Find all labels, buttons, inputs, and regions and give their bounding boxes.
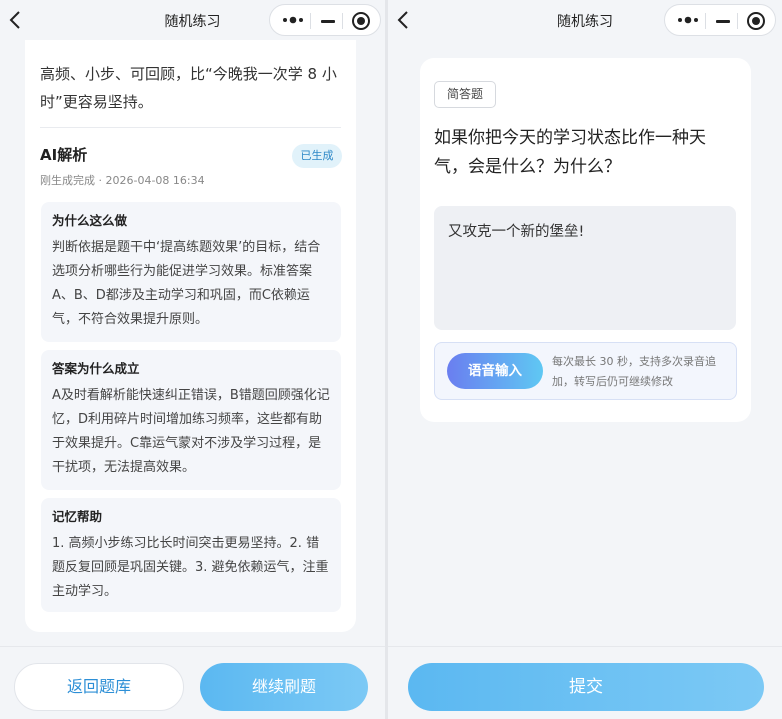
continue-practice-button[interactable]: 继续刷题 — [200, 663, 368, 711]
voice-input-button[interactable]: 语音输入 — [447, 353, 543, 389]
analysis-section-memory: 记忆帮助 1. 高频小步练习比长时间突击更易坚持。2. 错题反复回顾是巩固关键。… — [41, 498, 341, 612]
analysis-section-why: 为什么这么做 判断依据是题干中‘提高练题效果’的目标，结合选项分析哪些行为能促进… — [41, 202, 341, 342]
more-dots-icon[interactable] — [282, 14, 304, 26]
section-body: 1. 高频小步练习比长时间突击更易坚持。2. 错题反复回顾是巩固关键。3. 避免… — [52, 536, 329, 599]
navbar: 随机练习 — [0, 0, 385, 42]
answer-textarea[interactable]: 又攻克一个新的堡垒! — [434, 206, 736, 330]
record-close-icon[interactable] — [352, 12, 370, 30]
ai-analysis-title: AI解析 — [40, 146, 88, 164]
voice-input-panel: 语音输入 每次最长 30 秒，支持多次录音追加，转写后仍可继续修改 — [434, 342, 737, 400]
analysis-card: 高频、小步、可回顾，比“今晚我一次学 8 小时”更容易坚持。 AI解析 已生成 … — [25, 40, 356, 632]
navbar: 随机练习 — [388, 0, 782, 42]
capsule-divider — [737, 13, 738, 29]
mini-program-capsule — [664, 4, 776, 36]
record-close-icon[interactable] — [747, 12, 765, 30]
capsule-divider — [342, 13, 343, 29]
section-title: 为什么这么做 — [52, 213, 128, 228]
analysis-screen: 随机练习 高频、小步、可回顾，比“今晚我一次学 8 小时”更容易坚持。 AI解析… — [0, 0, 385, 719]
screens: 随机练习 高频、小步、可回顾，比“今晚我一次学 8 小时”更容易坚持。 AI解析… — [0, 0, 782, 719]
capsule-divider — [310, 13, 311, 29]
question-text: 如果你把今天的学习状态比作一种天气，会是什么？为什么？ — [434, 128, 706, 177]
question-type-tag: 简答题 — [434, 81, 496, 108]
bottom-action-bar: 提交 — [388, 646, 782, 719]
option-analysis-text: 高频、小步、可回顾，比“今晚我一次学 8 小时”更容易坚持。 — [40, 65, 337, 111]
bottom-action-bar: 返回题库 继续刷题 — [0, 646, 385, 719]
status-badge: 已生成 — [292, 144, 342, 168]
analysis-section-reason: 答案为什么成立 A及时看解析能快速纠正错误，B错题回顾强化记忆，D利用碎片时间增… — [41, 350, 341, 490]
question-screen: 随机练习 简答题 如果你把今天的学习状态比作一种天气，会是什么？为什么？ 又攻克… — [388, 0, 782, 719]
section-title: 记忆帮助 — [52, 509, 103, 524]
section-body: A及时看解析能快速纠正错误，B错题回顾强化记忆，D利用碎片时间增加练习频率，这些… — [52, 388, 330, 475]
mini-program-capsule — [269, 4, 381, 36]
back-to-bank-button[interactable]: 返回题库 — [14, 663, 184, 711]
more-dots-icon[interactable] — [677, 14, 699, 26]
ai-analysis-meta: 刚生成完成 · 2026-04-08 16:34 — [40, 174, 205, 187]
submit-button[interactable]: 提交 — [408, 663, 764, 711]
voice-input-tip: 每次最长 30 秒，支持多次录音追加，转写后仍可继续修改 — [552, 355, 716, 388]
section-title: 答案为什么成立 — [52, 361, 140, 376]
section-body: 判断依据是题干中‘提高练题效果’的目标，结合选项分析哪些行为能促进学习效果。标准… — [52, 240, 321, 327]
minimize-icon[interactable] — [716, 20, 730, 23]
answer-value: 又攻克一个新的堡垒! — [448, 224, 585, 240]
capsule-divider — [705, 13, 706, 29]
question-card: 简答题 如果你把今天的学习状态比作一种天气，会是什么？为什么？ 又攻克一个新的堡… — [420, 58, 751, 422]
divider — [40, 127, 341, 128]
minimize-icon[interactable] — [321, 20, 335, 23]
